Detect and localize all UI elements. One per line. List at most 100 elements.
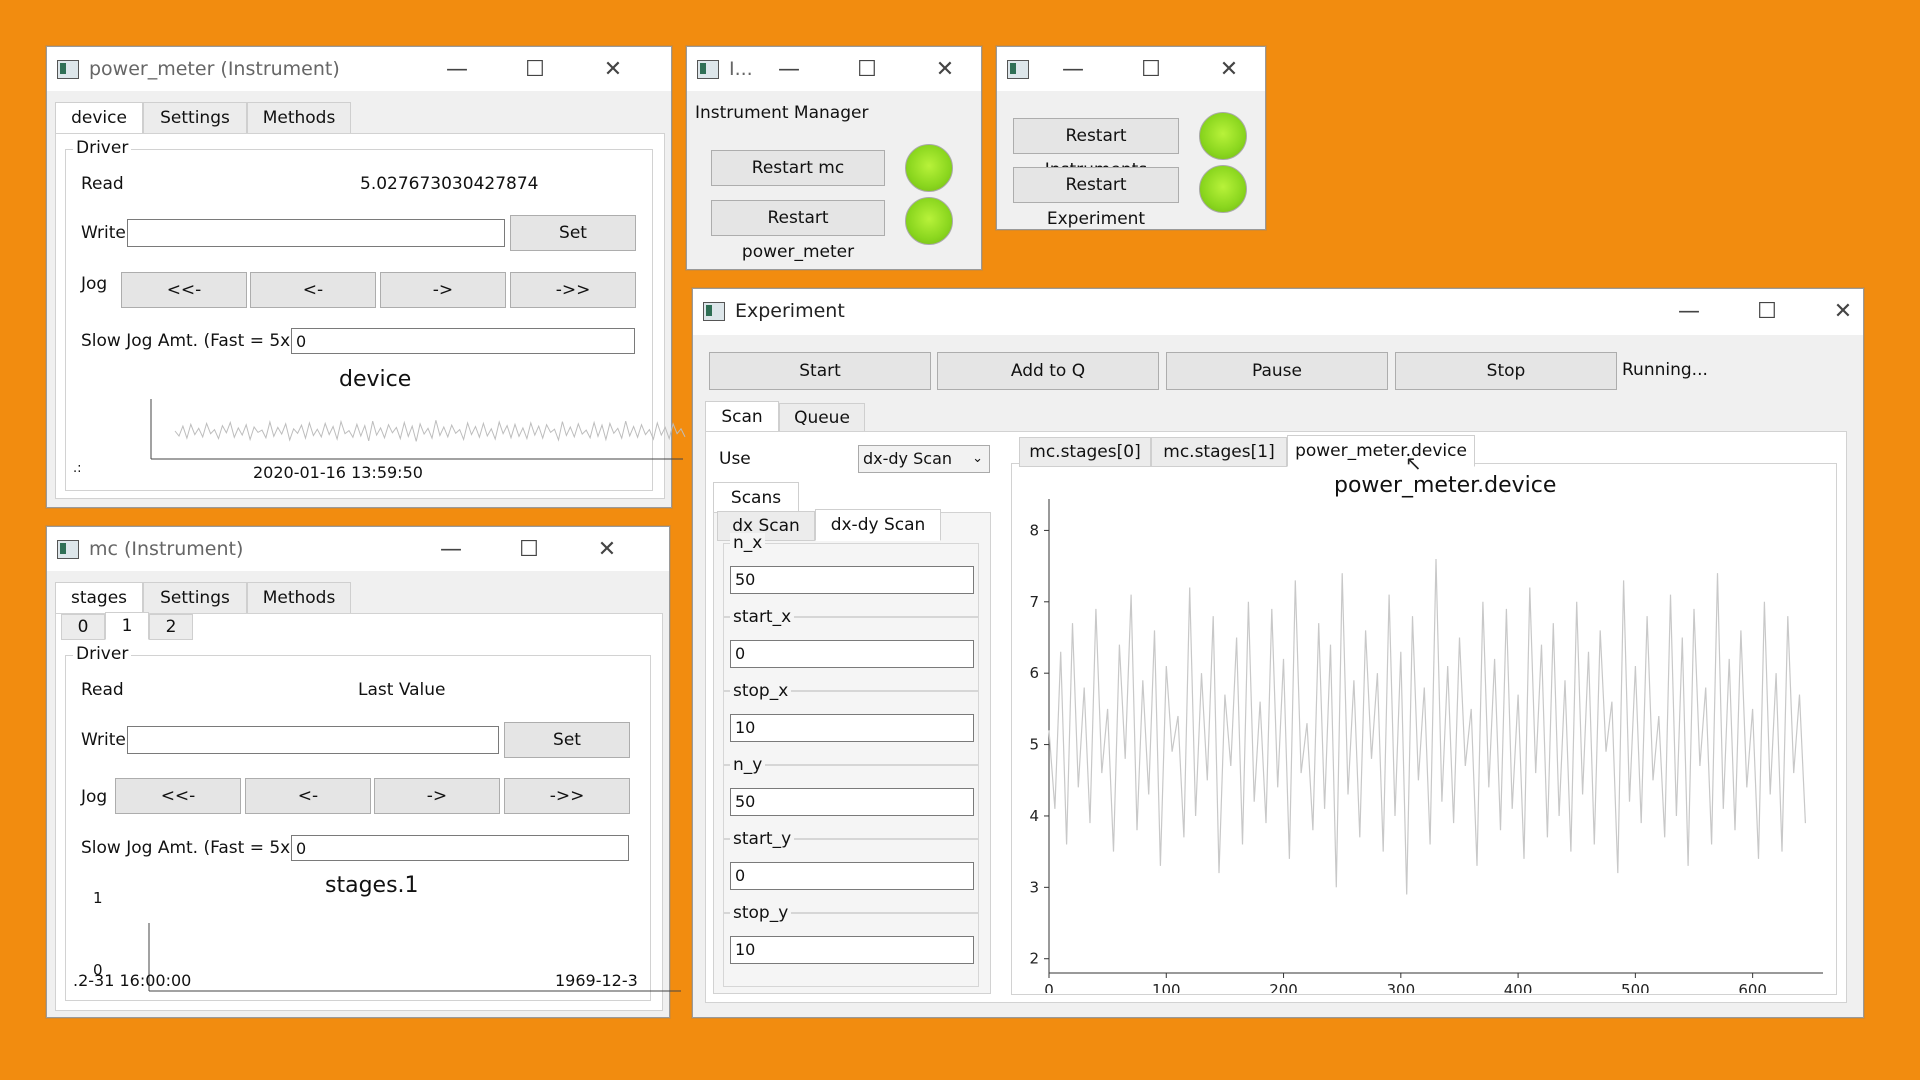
scan-field-n-y: n_y 50 — [723, 755, 979, 839]
experiment-titlebar[interactable]: Experiment — ☐ ✕ — [693, 289, 1863, 335]
field-input[interactable]: 50 — [730, 788, 974, 816]
subtab-2[interactable]: 2 — [149, 614, 193, 640]
restart-mc-button[interactable]: Restart mc — [711, 150, 885, 186]
scan-field-stop-y: stop_y 10 — [723, 903, 979, 987]
read-label: Read — [81, 174, 124, 194]
scan-field-n-x: n_x 50 — [723, 533, 979, 617]
jog-forward-button[interactable]: -> — [374, 778, 500, 814]
mc-status-led — [905, 144, 953, 192]
minimize-icon[interactable]: — — [1669, 295, 1709, 327]
y-tick-label: 4 — [1029, 807, 1039, 825]
use-label: Use — [719, 449, 751, 469]
subtab-1[interactable]: 1 — [105, 612, 149, 640]
tab-methods[interactable]: Methods — [247, 102, 351, 134]
field-input[interactable]: 0 — [730, 640, 974, 668]
tab-settings[interactable]: Settings — [143, 582, 247, 614]
field-label: n_x — [730, 533, 766, 553]
slow-jog-input[interactable]: 0 — [291, 835, 629, 861]
instruments-status-led — [1199, 112, 1247, 160]
slow-jog-label: Slow Jog Amt. (Fast = 5x) — [81, 838, 297, 858]
tab-stages[interactable]: stages — [55, 582, 143, 614]
jog-label: Jog — [81, 274, 108, 294]
window-title: power_meter (Instrument) — [89, 58, 340, 80]
field-input[interactable]: 10 — [730, 936, 974, 964]
pause-button[interactable]: Pause — [1166, 352, 1388, 390]
mc-window: mc (Instrument) — ☐ ✕ stages Settings Me… — [46, 526, 681, 1018]
field-input[interactable]: 50 — [730, 566, 974, 594]
driver-group-title: Driver — [73, 644, 132, 664]
maximize-icon[interactable]: ☐ — [847, 53, 887, 85]
y-axis-top-label: 1 — [93, 889, 103, 907]
app-icon — [57, 540, 79, 559]
restart-experiment-button[interactable]: Restart Experiment — [1013, 167, 1179, 229]
power-meter-titlebar[interactable]: power_meter (Instrument) — ☐ ✕ — [47, 47, 671, 91]
experiment-status-led — [1199, 165, 1247, 213]
jog-fast-forward-button[interactable]: ->> — [510, 272, 636, 308]
set-button[interactable]: Set — [510, 215, 636, 251]
slow-jog-input[interactable]: 0 — [291, 328, 635, 354]
minimize-icon[interactable]: — — [437, 53, 477, 85]
y-tick-label: 5 — [1029, 736, 1039, 754]
use-select-value: dx-dy Scan — [863, 449, 953, 468]
jog-back-button[interactable]: <- — [250, 272, 376, 308]
field-input[interactable]: 0 — [730, 862, 974, 890]
x-tick-label: 500 — [1621, 981, 1650, 993]
scans-label: Scans — [713, 482, 799, 514]
close-icon[interactable]: ✕ — [1823, 295, 1863, 327]
start-button[interactable]: Start — [709, 352, 931, 390]
subtab-0[interactable]: 0 — [61, 614, 105, 640]
add-to-queue-button[interactable]: Add to Q — [937, 352, 1159, 390]
field-label: start_x — [730, 607, 795, 627]
minimize-icon[interactable]: — — [769, 53, 809, 85]
write-input[interactable] — [127, 726, 499, 754]
app-icon — [697, 60, 719, 79]
instrument-manager-titlebar[interactable]: I... — ☐ ✕ — [687, 47, 981, 91]
minimize-icon[interactable]: — — [431, 533, 471, 565]
tab-dx-dy-scan[interactable]: dx-dy Scan — [815, 509, 941, 541]
tab-settings[interactable]: Settings — [143, 102, 247, 134]
power-meter-chart: 0 100 200 300 400 500 600 2 3 4 5 6 7 8 — [1029, 499, 1823, 993]
maximize-icon[interactable]: ☐ — [509, 533, 549, 565]
window-title: mc (Instrument) — [89, 538, 244, 560]
jog-label: Jog — [81, 787, 108, 807]
stop-button[interactable]: Stop — [1395, 352, 1617, 390]
close-icon[interactable]: ✕ — [587, 533, 627, 565]
device-plot — [150, 399, 686, 460]
mc-titlebar[interactable]: mc (Instrument) — ☐ ✕ — [47, 527, 669, 571]
restart-instruments-button[interactable]: Restart Instruments — [1013, 118, 1179, 180]
close-icon[interactable]: ✕ — [593, 53, 633, 85]
maximize-icon[interactable]: ☐ — [1747, 295, 1787, 327]
tab-methods[interactable]: Methods — [247, 582, 351, 614]
close-icon[interactable]: ✕ — [1209, 53, 1249, 85]
use-select[interactable]: dx-dy Scan ⌄ — [858, 445, 990, 473]
jog-back-button[interactable]: <- — [245, 778, 371, 814]
jog-fast-back-button[interactable]: <<- — [115, 778, 241, 814]
minimize-icon[interactable]: — — [1053, 53, 1093, 85]
jog-fast-forward-button[interactable]: ->> — [504, 778, 630, 814]
tab-scan[interactable]: Scan — [705, 401, 779, 433]
x-tick-label: 100 — [1152, 981, 1181, 993]
field-label: n_y — [730, 755, 766, 775]
driver-group-title: Driver — [73, 138, 132, 158]
x-tick-label: 0 — [1044, 981, 1054, 993]
maximize-icon[interactable]: ☐ — [1131, 53, 1171, 85]
maximize-icon[interactable]: ☐ — [515, 53, 555, 85]
restart-titlebar[interactable]: — ☐ ✕ — [997, 47, 1265, 91]
set-button[interactable]: Set — [504, 722, 630, 758]
tab-queue[interactable]: Queue — [779, 403, 865, 433]
series-line-0 — [1048, 558, 1806, 895]
window-title: Experiment — [735, 300, 845, 322]
write-label: Write — [81, 223, 126, 243]
field-input[interactable]: 10 — [730, 714, 974, 742]
close-icon[interactable]: ✕ — [925, 53, 965, 85]
field-label: stop_x — [730, 681, 792, 701]
restart-power-meter-button[interactable]: Restart power_meter — [711, 200, 885, 262]
jog-fast-back-button[interactable]: <<- — [121, 272, 247, 308]
write-input[interactable] — [127, 219, 505, 247]
tab-device[interactable]: device — [55, 102, 143, 134]
app-icon — [1007, 60, 1029, 79]
y-tick-label: 8 — [1029, 521, 1039, 539]
jog-forward-button[interactable]: -> — [380, 272, 506, 308]
plot-x-label: 2020-01-16 13:59:50 — [253, 463, 423, 482]
scan-field-stop-x: stop_x 10 — [723, 681, 979, 765]
